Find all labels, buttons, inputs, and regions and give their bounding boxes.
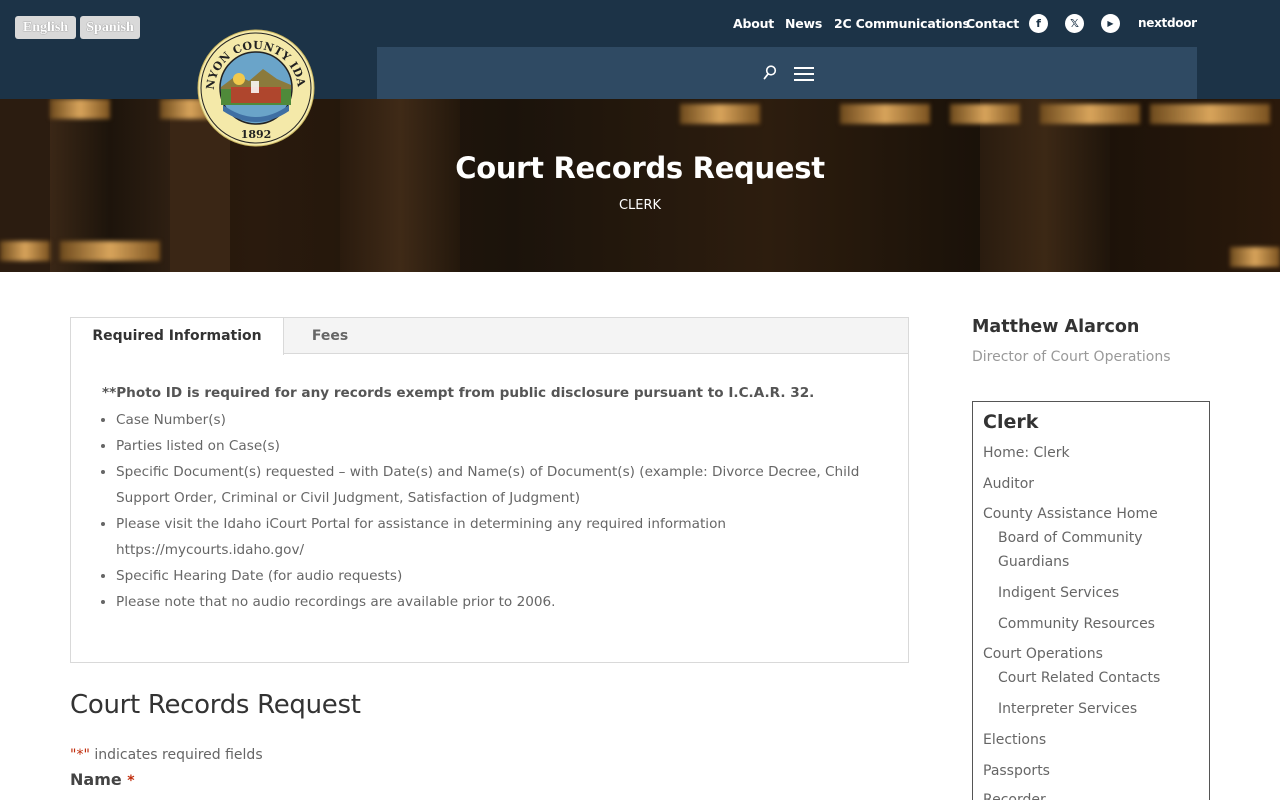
page-subtitle: CLERK [618, 198, 662, 213]
english-language-button[interactable]: English [15, 16, 76, 39]
sidebar-item-passports[interactable]: Passports [983, 759, 1050, 783]
hero-banner: Court Records Request CLERK [0, 99, 1280, 272]
sidebar-item-board-of-community-guardians-line2[interactable]: Guardians [998, 550, 1069, 574]
site-header: English Spanish About News 2C Communicat… [0, 0, 1280, 99]
tab-fees[interactable]: Fees [284, 318, 376, 354]
nav-2c-communications-link[interactable]: 2C Communications [834, 16, 970, 34]
list-item: Specific Hearing Date (for audio request… [116, 563, 886, 589]
spanish-language-button[interactable]: Spanish [80, 16, 140, 39]
required-fields-note: "*" indicates required fields [70, 747, 263, 763]
photo-id-notice: **Photo ID is required for any records e… [102, 385, 815, 401]
form-title: Court Records Request [70, 690, 361, 720]
sidebar-item-court-related-contacts[interactable]: Court Related Contacts [998, 666, 1160, 690]
nav-news-link[interactable]: News [785, 16, 822, 34]
required-star-symbol: "*" [70, 747, 90, 763]
contact-person-title: Director of Court Operations [972, 349, 1171, 365]
required-star: * [127, 773, 135, 789]
youtube-icon[interactable]: ▶ [1101, 14, 1120, 33]
sidebar-heading: Clerk [983, 411, 1039, 433]
nextdoor-logo-link[interactable]: nextdoor [1138, 16, 1197, 30]
main-navigation-panel [377, 47, 1197, 99]
list-item: Case Number(s) [116, 407, 886, 433]
sidebar-item-board-of-community-guardians[interactable]: Board of Community [998, 526, 1143, 550]
list-item: Please visit the Idaho iCourt Portal for… [116, 511, 886, 563]
sidebar-item-recorder[interactable]: Recorder [983, 788, 1046, 800]
sidebar-item-county-assistance-home[interactable]: County Assistance Home [983, 502, 1158, 526]
nav-contact-link[interactable]: Contact [966, 16, 1019, 34]
search-icon[interactable] [763, 65, 777, 81]
sidebar-item-auditor[interactable]: Auditor [983, 472, 1034, 496]
sidebar-item-home-clerk[interactable]: Home: Clerk [983, 441, 1070, 465]
nav-about-link[interactable]: About [733, 16, 774, 34]
sidebar-item-interpreter-services[interactable]: Interpreter Services [998, 697, 1137, 721]
sidebar-item-elections[interactable]: Elections [983, 728, 1046, 752]
required-info-list: Case Number(s) Parties listed on Case(s)… [116, 407, 886, 615]
info-tabs: Fees Required Information **Photo ID is … [70, 317, 909, 663]
clerk-sidebar-menu: Clerk Home: Clerk Auditor County Assista… [972, 401, 1210, 800]
seal-year: 1892 [241, 128, 272, 141]
sidebar-item-court-operations[interactable]: Court Operations [983, 642, 1103, 666]
list-item: Specific Document(s) requested – with Da… [116, 459, 886, 511]
contact-person-name: Matthew Alarcon [972, 317, 1140, 337]
sidebar-item-indigent-services[interactable]: Indigent Services [998, 581, 1119, 605]
list-item: Please note that no audio recordings are… [116, 589, 886, 615]
name-field-label: Name * [70, 770, 135, 789]
list-item: Parties listed on Case(s) [116, 433, 886, 459]
name-label-text: Name [70, 770, 122, 789]
page-title: Court Records Request [455, 151, 825, 185]
canyon-county-seal-logo[interactable]: CANYON COUNTY IDAHO 1892 [197, 29, 315, 147]
tab-required-information[interactable]: Required Information [71, 318, 284, 355]
required-fields-text: indicates required fields [89, 747, 263, 763]
sidebar-item-community-resources[interactable]: Community Resources [998, 612, 1155, 636]
facebook-icon[interactable]: f [1029, 14, 1048, 33]
hamburger-menu-icon[interactable] [794, 67, 814, 83]
x-twitter-icon[interactable]: 𝕏 [1065, 14, 1084, 33]
